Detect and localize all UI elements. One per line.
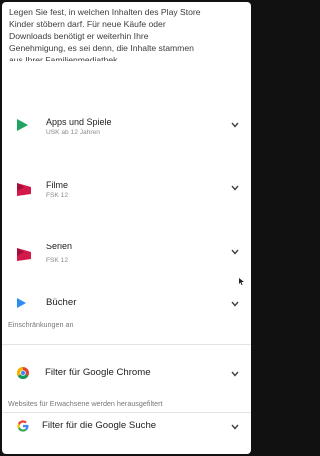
phone-screen: Legen Sie fest, in welchen Inhalten des … [2, 2, 251, 454]
chevron-down-icon[interactable] [230, 184, 240, 192]
intro-line: aus Ihrer Familienmediathek [9, 55, 118, 61]
chevron-down-icon[interactable] [230, 370, 240, 378]
series-rating: FSK 12 [46, 257, 68, 264]
movies-flag-icon [17, 183, 31, 196]
google-search-filter-title: Filter für die Google Suche [42, 420, 157, 431]
movies-title: Filme [46, 180, 68, 190]
chevron-down-icon[interactable] [230, 248, 240, 256]
apps-rating: USK ab 12 Jahren [46, 129, 100, 136]
intro-text: Legen Sie fest, in welchen Inhalten des … [9, 6, 241, 61]
intro-line: Downloads benötigt er weiterhin Ihre [9, 31, 149, 41]
tv-flag-icon [17, 248, 31, 261]
books-restriction-note: Einschränkungen an [8, 320, 74, 329]
books-row[interactable]: Bücher Einschränkungen an [2, 292, 251, 336]
google-g-icon [17, 420, 29, 432]
chrome-filter-note: Websites für Erwachsene werden herausgef… [8, 399, 163, 408]
chrome-filter-row[interactable]: Filter für Google Chrome Websites für Er… [2, 362, 251, 408]
series-title: Serien [46, 244, 73, 251]
mouse-pointer-icon [239, 278, 244, 285]
intro-line: Genehmigung, es sei denn, die Inhalte st… [9, 43, 194, 53]
divider [2, 344, 251, 345]
apps-title: Apps und Spiele [46, 117, 112, 127]
chevron-down-icon[interactable] [230, 423, 240, 431]
chevron-down-icon[interactable] [230, 300, 240, 308]
intro-line: Legen Sie fest, in welchen Inhalten des … [9, 7, 201, 17]
apps-and-games-row[interactable]: Apps und Spiele USK ab 12 Jahren [2, 108, 251, 148]
divider [2, 412, 251, 413]
movies-rating: FSK 12 [46, 192, 68, 199]
books-title: Bücher [46, 297, 77, 308]
books-triangle-icon [17, 298, 26, 308]
play-triangle-icon [17, 119, 28, 131]
series-row[interactable]: Serien FSK 12 [2, 237, 251, 277]
chrome-icon [17, 367, 29, 379]
chrome-filter-title: Filter für Google Chrome [45, 367, 151, 378]
movies-row[interactable]: Filme FSK 12 [2, 172, 251, 212]
google-search-filter-row[interactable]: Filter für die Google Suche [2, 416, 251, 446]
chevron-down-icon[interactable] [230, 121, 240, 129]
intro-line: Kinder stöbern darf. Für neue Käufe oder [9, 19, 166, 29]
